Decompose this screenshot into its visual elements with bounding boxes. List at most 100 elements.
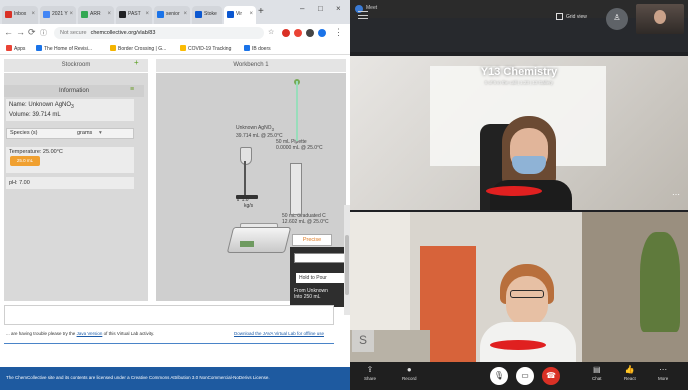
scrollbar-thumb[interactable]	[345, 235, 349, 295]
profile-avatar[interactable]	[318, 29, 326, 37]
pipette-label[interactable]: 50 mL Pipette 0.0000 mL @ 25.0°C	[276, 139, 323, 151]
add-icon[interactable]: +	[134, 58, 139, 67]
transfer-source: From Unknown Into 250 mL	[294, 288, 328, 300]
share-button[interactable]: ⇪ Share	[364, 365, 376, 381]
bookmark-icon	[180, 45, 186, 51]
java-version-link[interactable]: Java Version	[77, 331, 103, 336]
record-button[interactable]: ● Record	[402, 365, 417, 381]
grid-view-button[interactable]: Grid view	[566, 14, 587, 20]
more-button[interactable]: ⋯ More	[658, 365, 668, 381]
balance[interactable]	[226, 227, 292, 253]
forward-icon[interactable]: →	[16, 27, 25, 37]
chat-icon: ▤	[592, 365, 601, 374]
mic-icon: 🎙	[493, 371, 505, 380]
person-add-icon: ♙	[613, 13, 621, 22]
extension-icon[interactable]	[282, 29, 290, 37]
close-icon[interactable]: ×	[183, 11, 187, 17]
new-tab-button[interactable]: +	[258, 6, 264, 17]
self-view-face	[654, 10, 666, 24]
maximize-icon[interactable]: □	[318, 4, 323, 13]
globe-icon	[195, 11, 202, 18]
species-selector[interactable]: Species (s) grams ▾	[6, 128, 134, 139]
bookmark-border[interactable]: Border Crossing | G...	[110, 45, 166, 52]
address-bar[interactable]: Not secure chemcollective.org/vlab/83	[54, 27, 264, 39]
transfer-amount-input[interactable]	[294, 253, 350, 263]
close-icon[interactable]: ×	[69, 11, 73, 17]
download-java-link[interactable]: Download the JAVA Virtual Lab for offlin…	[234, 331, 324, 336]
extension-icon[interactable]	[294, 29, 302, 37]
participant-2-glasses	[510, 290, 544, 298]
plant	[640, 232, 680, 332]
close-icon[interactable]: ×	[107, 11, 111, 17]
tile-options-icon[interactable]: ⋯	[672, 190, 680, 199]
mini-tile[interactable]: S	[352, 330, 374, 352]
divider	[4, 343, 334, 344]
tab-bar: Inbox × 2021 Y × ARR × PAST × senior × Stoke …	[0, 0, 350, 24]
gmail-icon	[5, 11, 12, 18]
camera-button[interactable]: ▭	[516, 367, 534, 385]
back-icon[interactable]: ←	[4, 27, 13, 37]
updown-icon[interactable]: ⇕	[236, 197, 240, 203]
hold-to-pour-button[interactable]: Hold to Pour	[296, 273, 350, 283]
bookmark-icon	[36, 45, 42, 51]
redaction-mark	[486, 186, 542, 196]
flask-label[interactable]: Unknown AgNO3 39.714 mL @ 25.0°C	[236, 125, 283, 139]
more-icon: ⋯	[659, 365, 668, 374]
globe-icon	[43, 11, 50, 18]
tab-past[interactable]: PAST ×	[116, 6, 152, 24]
flow-counter[interactable]: ⇕ 1.0 kg/s	[236, 197, 253, 209]
reload-icon[interactable]: ⟳	[28, 27, 36, 38]
tab-2021[interactable]: 2021 Y ×	[40, 6, 76, 24]
participant-2-face	[506, 276, 548, 326]
flask[interactable]	[240, 147, 252, 165]
participant-1-mask	[512, 156, 546, 174]
grid-view-icon[interactable]	[556, 13, 563, 20]
cylinder-label[interactable]: 50 mL Graduated C 12.602 mL @ 25.0°C	[282, 213, 329, 225]
precise-tab[interactable]: Precise	[292, 234, 332, 246]
redaction-mark	[490, 340, 546, 350]
bookmarks-bar: Apps The Home of Revisi... Border Crossi…	[0, 42, 350, 55]
close-icon[interactable]: ×	[145, 11, 149, 17]
bookmark-covid[interactable]: COVID-19 Tracking	[180, 45, 231, 52]
hangup-button[interactable]: ☎	[542, 367, 560, 385]
globe-icon	[157, 11, 164, 18]
info-icon[interactable]: ⓘ	[40, 28, 47, 38]
tab-arr[interactable]: ARR ×	[78, 6, 114, 24]
stockroom-header: Stockroom	[4, 59, 148, 72]
participants-button[interactable]: ♙	[606, 8, 628, 30]
extension-icon[interactable]	[306, 29, 314, 37]
close-icon[interactable]: ×	[249, 11, 253, 17]
close-icon[interactable]: ×	[31, 11, 35, 17]
list-icon[interactable]: ≡	[130, 86, 134, 93]
tab-senior[interactable]: senior ×	[154, 6, 190, 24]
vlab-page: Stockroom + Workbench 1 Information ≡ Na…	[0, 55, 350, 390]
browser-toolbar: ← → ⟳ ⓘ Not secure chemcollective.org/vla…	[0, 24, 350, 42]
notes-textarea[interactable]	[4, 305, 334, 325]
meeting-subtitle: 5 of 5 in the call | 1:23 | 13 Gallery	[484, 80, 554, 85]
tab-stoke[interactable]: Stoke	[192, 6, 222, 24]
bookmark-icon	[244, 45, 250, 51]
close-window-icon[interactable]: ×	[336, 4, 341, 13]
tab-vlab[interactable]: Vir ×	[224, 6, 256, 24]
pipette[interactable]	[296, 81, 298, 141]
star-icon[interactable]: ☆	[268, 28, 274, 36]
mic-button[interactable]: 🎙	[490, 367, 508, 385]
temperature-button[interactable]: 25.0 mL	[10, 156, 40, 166]
solution-info: Name: Unknown AgNO3 Volume: 39.714 mL	[6, 99, 134, 121]
information-header: Information	[4, 85, 144, 97]
bookmark-revision[interactable]: The Home of Revisi...	[36, 45, 92, 52]
chat-button[interactable]: ▤ Chat	[592, 365, 602, 381]
share-icon: ⇪	[366, 365, 374, 374]
tab-inbox[interactable]: Inbox ×	[2, 6, 38, 24]
menu-icon[interactable]	[358, 11, 368, 19]
minimize-icon[interactable]: –	[300, 4, 304, 13]
graduated-cylinder[interactable]	[290, 163, 302, 215]
bookmark-ib[interactable]: IB doers	[244, 45, 271, 52]
menu-kebab-icon[interactable]: ⋮	[334, 27, 343, 38]
browser-window: Inbox × 2021 Y × ARR × PAST × senior × Stoke …	[0, 0, 350, 390]
react-button[interactable]: 👍 React	[624, 365, 636, 381]
workbench-header: Workbench 1	[156, 59, 346, 72]
ph-info: pH: 7.00	[6, 177, 134, 189]
bookmark-apps[interactable]: Apps	[6, 45, 25, 52]
chevron-down-icon: ▾	[99, 130, 102, 136]
